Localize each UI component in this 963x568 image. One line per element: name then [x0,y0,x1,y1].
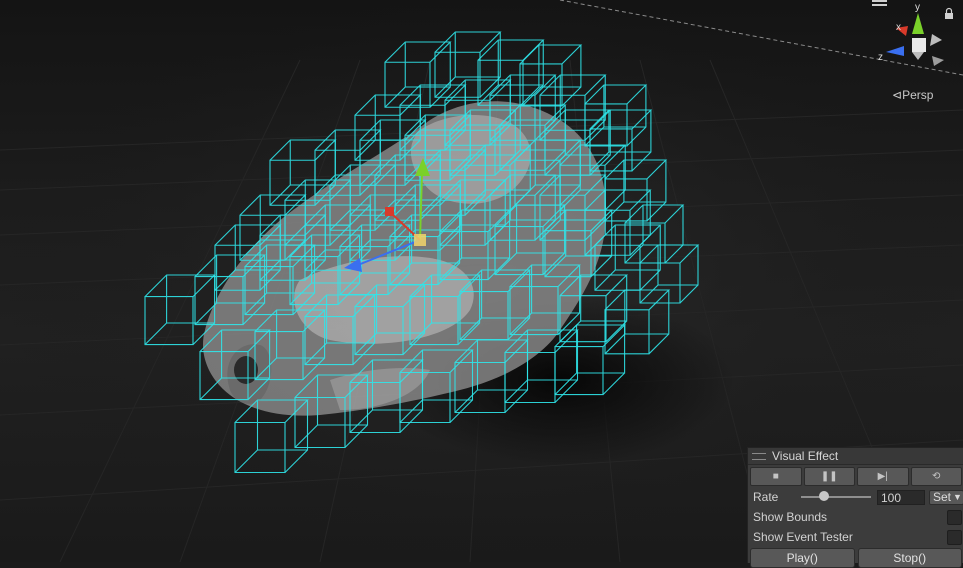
bounds-cube [584,84,648,147]
show-bounds-checkbox[interactable] [947,509,962,525]
pause-button[interactable]: ❚❚ [803,467,855,486]
rate-row: Rate 100 Set ▼ [748,487,963,507]
panel-title: Visual Effect [772,449,839,463]
show-event-tester-row: Show Event Tester [748,527,963,547]
drag-handle-icon[interactable] [752,452,766,460]
svg-text:z: z [878,52,883,63]
camera-mode-label[interactable]: ⊲Persp [892,88,933,102]
panel-header[interactable]: Visual Effect [748,448,963,465]
rate-slider-knob[interactable] [819,491,830,501]
rate-label: Rate [753,490,779,504]
action-buttons: Play() Stop() [748,547,963,568]
bounds-cube [554,324,626,396]
stop-button[interactable]: ■ [750,467,802,486]
chevron-down-icon: ▼ [953,492,962,502]
set-dropdown[interactable]: Set ▼ [929,489,963,505]
rate-value-field[interactable]: 100 [877,489,925,505]
bounds-cube [434,31,502,98]
show-event-tester-checkbox[interactable] [947,529,962,545]
svg-text:x: x [896,22,901,33]
show-bounds-label: Show Bounds [753,510,828,524]
bounds-cube [144,274,216,346]
step-button[interactable]: ▶| [857,467,909,486]
svg-text:y: y [915,2,920,13]
show-bounds-row: Show Bounds [748,507,963,527]
stop-action-button[interactable]: Stop() [857,548,962,568]
lock-icon[interactable] [945,7,953,20]
restart-icon: ⟲ [932,471,941,482]
perspective-icon: ⊲ [892,88,903,102]
orientation-gizmo[interactable]: y x z [872,0,963,80]
visual-effect-panel: Visual Effect ■ ❚❚ ▶| ⟲ Rate 100 Set ▼ Sh… [747,447,963,568]
pause-icon: ❚❚ [820,471,838,482]
step-icon: ▶| [877,471,888,482]
show-event-tester-label: Show Event Tester [753,530,853,544]
restart-button[interactable]: ⟲ [910,467,962,486]
bounds-cube [604,289,671,355]
x-axis-handle [385,207,394,216]
rate-slider[interactable] [801,491,871,501]
playback-controls: ■ ❚❚ ▶| ⟲ [748,465,963,486]
play-button[interactable]: Play() [750,548,855,568]
bounds-cube [589,109,653,172]
stop-icon: ■ [772,471,779,482]
